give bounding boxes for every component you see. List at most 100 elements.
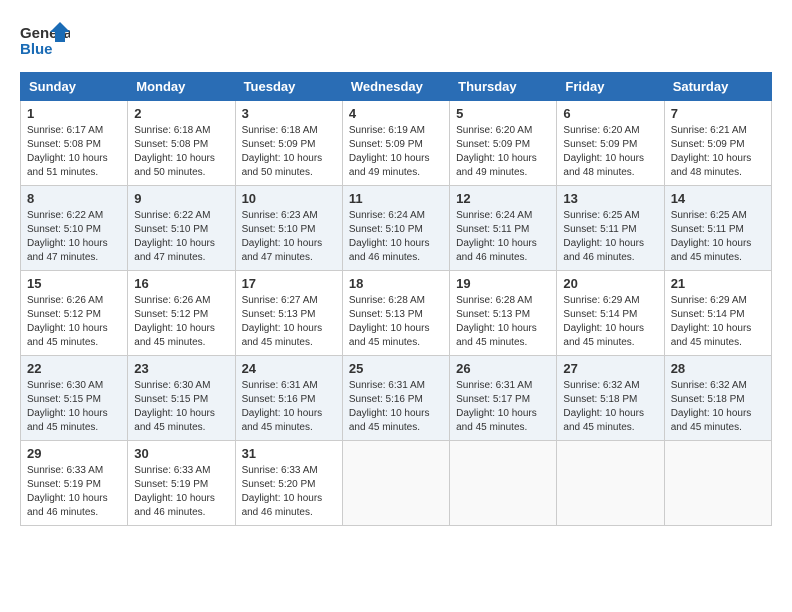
calendar-header-sunday: Sunday — [21, 73, 128, 101]
day-number: 24 — [242, 361, 336, 376]
day-info: Sunrise: 6:30 AM Sunset: 5:15 PM Dayligh… — [27, 379, 121, 435]
day-info: Sunrise: 6:33 AM Sunset: 5:20 PM Dayligh… — [242, 464, 336, 520]
day-info: Sunrise: 6:18 AM Sunset: 5:09 PM Dayligh… — [242, 124, 336, 180]
empty-cell — [450, 441, 557, 526]
calendar-day-cell: 31 Sunrise: 6:33 AM Sunset: 5:20 PM Dayl… — [235, 441, 342, 526]
calendar-day-cell: 12 Sunrise: 6:24 AM Sunset: 5:11 PM Dayl… — [450, 186, 557, 271]
day-number: 10 — [242, 191, 336, 206]
calendar-header-thursday: Thursday — [450, 73, 557, 101]
day-number: 29 — [27, 446, 121, 461]
day-info: Sunrise: 6:20 AM Sunset: 5:09 PM Dayligh… — [563, 124, 657, 180]
calendar-day-cell: 10 Sunrise: 6:23 AM Sunset: 5:10 PM Dayl… — [235, 186, 342, 271]
day-number: 27 — [563, 361, 657, 376]
day-number: 11 — [349, 191, 443, 206]
calendar-day-cell: 28 Sunrise: 6:32 AM Sunset: 5:18 PM Dayl… — [664, 356, 771, 441]
day-info: Sunrise: 6:22 AM Sunset: 5:10 PM Dayligh… — [27, 209, 121, 265]
day-info: Sunrise: 6:33 AM Sunset: 5:19 PM Dayligh… — [27, 464, 121, 520]
day-number: 22 — [27, 361, 121, 376]
logo-svg: General Blue — [20, 20, 70, 62]
empty-cell — [664, 441, 771, 526]
calendar-day-cell: 23 Sunrise: 6:30 AM Sunset: 5:15 PM Dayl… — [128, 356, 235, 441]
day-number: 16 — [134, 276, 228, 291]
day-info: Sunrise: 6:22 AM Sunset: 5:10 PM Dayligh… — [134, 209, 228, 265]
day-number: 2 — [134, 106, 228, 121]
day-info: Sunrise: 6:33 AM Sunset: 5:19 PM Dayligh… — [134, 464, 228, 520]
day-number: 1 — [27, 106, 121, 121]
day-info: Sunrise: 6:29 AM Sunset: 5:14 PM Dayligh… — [671, 294, 765, 350]
calendar-header-saturday: Saturday — [664, 73, 771, 101]
calendar-week-row: 22 Sunrise: 6:30 AM Sunset: 5:15 PM Dayl… — [21, 356, 772, 441]
day-info: Sunrise: 6:31 AM Sunset: 5:16 PM Dayligh… — [349, 379, 443, 435]
calendar-day-cell: 21 Sunrise: 6:29 AM Sunset: 5:14 PM Dayl… — [664, 271, 771, 356]
day-info: Sunrise: 6:32 AM Sunset: 5:18 PM Dayligh… — [563, 379, 657, 435]
day-info: Sunrise: 6:31 AM Sunset: 5:16 PM Dayligh… — [242, 379, 336, 435]
day-number: 31 — [242, 446, 336, 461]
empty-cell — [342, 441, 449, 526]
empty-cell — [557, 441, 664, 526]
calendar-header-tuesday: Tuesday — [235, 73, 342, 101]
calendar-day-cell: 14 Sunrise: 6:25 AM Sunset: 5:11 PM Dayl… — [664, 186, 771, 271]
calendar-day-cell: 7 Sunrise: 6:21 AM Sunset: 5:09 PM Dayli… — [664, 101, 771, 186]
calendar-week-row: 29 Sunrise: 6:33 AM Sunset: 5:19 PM Dayl… — [21, 441, 772, 526]
header: General Blue — [20, 20, 772, 62]
day-number: 3 — [242, 106, 336, 121]
day-info: Sunrise: 6:24 AM Sunset: 5:10 PM Dayligh… — [349, 209, 443, 265]
day-info: Sunrise: 6:24 AM Sunset: 5:11 PM Dayligh… — [456, 209, 550, 265]
day-info: Sunrise: 6:23 AM Sunset: 5:10 PM Dayligh… — [242, 209, 336, 265]
day-info: Sunrise: 6:25 AM Sunset: 5:11 PM Dayligh… — [563, 209, 657, 265]
day-number: 8 — [27, 191, 121, 206]
calendar-day-cell: 6 Sunrise: 6:20 AM Sunset: 5:09 PM Dayli… — [557, 101, 664, 186]
day-number: 14 — [671, 191, 765, 206]
calendar-day-cell: 4 Sunrise: 6:19 AM Sunset: 5:09 PM Dayli… — [342, 101, 449, 186]
day-info: Sunrise: 6:17 AM Sunset: 5:08 PM Dayligh… — [27, 124, 121, 180]
calendar-day-cell: 29 Sunrise: 6:33 AM Sunset: 5:19 PM Dayl… — [21, 441, 128, 526]
day-number: 28 — [671, 361, 765, 376]
day-number: 7 — [671, 106, 765, 121]
calendar-day-cell: 3 Sunrise: 6:18 AM Sunset: 5:09 PM Dayli… — [235, 101, 342, 186]
day-info: Sunrise: 6:30 AM Sunset: 5:15 PM Dayligh… — [134, 379, 228, 435]
day-number: 20 — [563, 276, 657, 291]
calendar-day-cell: 27 Sunrise: 6:32 AM Sunset: 5:18 PM Dayl… — [557, 356, 664, 441]
calendar-day-cell: 24 Sunrise: 6:31 AM Sunset: 5:16 PM Dayl… — [235, 356, 342, 441]
calendar-week-row: 1 Sunrise: 6:17 AM Sunset: 5:08 PM Dayli… — [21, 101, 772, 186]
svg-text:Blue: Blue — [20, 41, 53, 58]
day-number: 5 — [456, 106, 550, 121]
day-number: 19 — [456, 276, 550, 291]
calendar-week-row: 8 Sunrise: 6:22 AM Sunset: 5:10 PM Dayli… — [21, 186, 772, 271]
calendar-day-cell: 1 Sunrise: 6:17 AM Sunset: 5:08 PM Dayli… — [21, 101, 128, 186]
calendar-day-cell: 8 Sunrise: 6:22 AM Sunset: 5:10 PM Dayli… — [21, 186, 128, 271]
day-info: Sunrise: 6:32 AM Sunset: 5:18 PM Dayligh… — [671, 379, 765, 435]
day-number: 9 — [134, 191, 228, 206]
calendar-day-cell: 19 Sunrise: 6:28 AM Sunset: 5:13 PM Dayl… — [450, 271, 557, 356]
calendar-day-cell: 25 Sunrise: 6:31 AM Sunset: 5:16 PM Dayl… — [342, 356, 449, 441]
calendar-day-cell: 20 Sunrise: 6:29 AM Sunset: 5:14 PM Dayl… — [557, 271, 664, 356]
day-number: 25 — [349, 361, 443, 376]
calendar-day-cell: 13 Sunrise: 6:25 AM Sunset: 5:11 PM Dayl… — [557, 186, 664, 271]
day-info: Sunrise: 6:21 AM Sunset: 5:09 PM Dayligh… — [671, 124, 765, 180]
day-info: Sunrise: 6:31 AM Sunset: 5:17 PM Dayligh… — [456, 379, 550, 435]
calendar-header-row: SundayMondayTuesdayWednesdayThursdayFrid… — [21, 73, 772, 101]
calendar-header-friday: Friday — [557, 73, 664, 101]
day-number: 21 — [671, 276, 765, 291]
calendar-day-cell: 9 Sunrise: 6:22 AM Sunset: 5:10 PM Dayli… — [128, 186, 235, 271]
calendar-day-cell: 15 Sunrise: 6:26 AM Sunset: 5:12 PM Dayl… — [21, 271, 128, 356]
calendar-day-cell: 5 Sunrise: 6:20 AM Sunset: 5:09 PM Dayli… — [450, 101, 557, 186]
day-number: 12 — [456, 191, 550, 206]
day-number: 6 — [563, 106, 657, 121]
day-number: 23 — [134, 361, 228, 376]
calendar-day-cell: 26 Sunrise: 6:31 AM Sunset: 5:17 PM Dayl… — [450, 356, 557, 441]
calendar-week-row: 15 Sunrise: 6:26 AM Sunset: 5:12 PM Dayl… — [21, 271, 772, 356]
day-number: 30 — [134, 446, 228, 461]
calendar-day-cell: 16 Sunrise: 6:26 AM Sunset: 5:12 PM Dayl… — [128, 271, 235, 356]
day-info: Sunrise: 6:28 AM Sunset: 5:13 PM Dayligh… — [456, 294, 550, 350]
day-info: Sunrise: 6:26 AM Sunset: 5:12 PM Dayligh… — [134, 294, 228, 350]
day-number: 15 — [27, 276, 121, 291]
calendar-day-cell: 30 Sunrise: 6:33 AM Sunset: 5:19 PM Dayl… — [128, 441, 235, 526]
calendar-day-cell: 18 Sunrise: 6:28 AM Sunset: 5:13 PM Dayl… — [342, 271, 449, 356]
day-info: Sunrise: 6:29 AM Sunset: 5:14 PM Dayligh… — [563, 294, 657, 350]
calendar-day-cell: 22 Sunrise: 6:30 AM Sunset: 5:15 PM Dayl… — [21, 356, 128, 441]
day-number: 18 — [349, 276, 443, 291]
logo: General Blue — [20, 20, 70, 62]
day-info: Sunrise: 6:28 AM Sunset: 5:13 PM Dayligh… — [349, 294, 443, 350]
day-info: Sunrise: 6:20 AM Sunset: 5:09 PM Dayligh… — [456, 124, 550, 180]
